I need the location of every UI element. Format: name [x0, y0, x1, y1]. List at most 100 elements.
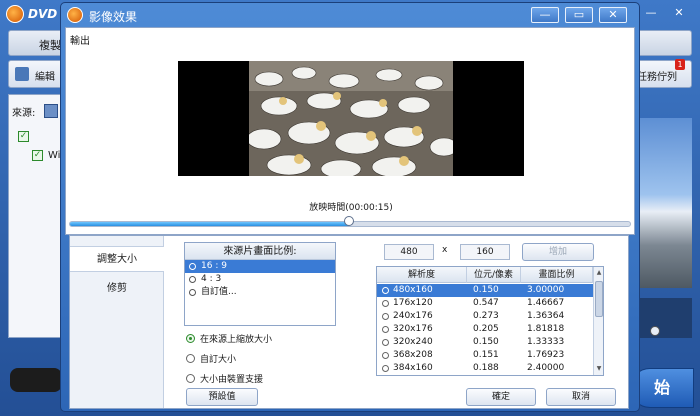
- table-row[interactable]: 240x176 0.273 1.36364: [377, 310, 593, 323]
- output-label: 輸出: [70, 36, 90, 47]
- app-minimize-button[interactable]: —: [640, 5, 662, 21]
- width-field[interactable]: 480: [384, 244, 434, 260]
- source-label: 來源:: [12, 108, 36, 119]
- cancel-button[interactable]: 取消: [546, 388, 616, 406]
- edit-icon: [15, 67, 29, 81]
- cell-resolution: 320x176: [393, 324, 433, 334]
- dialog-close-button[interactable]: ✕: [599, 7, 627, 23]
- radio-icon: [382, 352, 389, 359]
- aspect-option-custom[interactable]: 自訂值...: [185, 286, 335, 299]
- radio-icon: [382, 326, 389, 333]
- dialog-maximize-button[interactable]: ▭: [565, 7, 593, 23]
- cell-resolution: 480x160: [393, 285, 433, 295]
- aspect-option-16-9[interactable]: 16 : 9: [185, 260, 335, 273]
- output-preview-panel: 輸出 放映時間(00:00:15): [65, 27, 635, 235]
- table-row[interactable]: 368x208 0.151 1.76923: [377, 349, 593, 362]
- device-icon: [10, 368, 62, 392]
- settings-panel: 調整大小 修剪 來源片畫面比例: 16 : 9 4 : 3 自訂值... 在來源…: [69, 235, 629, 409]
- source-dvd-icon[interactable]: [44, 104, 58, 118]
- app-title: DVD: [28, 7, 58, 21]
- radio-icon: [186, 374, 195, 383]
- aspect-list-header: 來源片畫面比例:: [185, 243, 335, 260]
- option-device-size[interactable]: 大小由裝置支援: [186, 372, 263, 385]
- cell-bpp: 0.273: [473, 311, 499, 321]
- aspect-option-4-3[interactable]: 4 : 3: [185, 273, 335, 286]
- task-queue-badge: 1: [675, 59, 685, 70]
- cell-ratio: 1.46667: [527, 298, 565, 308]
- option-label: 大小由裝置支援: [200, 375, 264, 385]
- dialog-minimize-button[interactable]: —: [531, 7, 559, 23]
- edit-button[interactable]: 編輯: [35, 68, 55, 83]
- cell-ratio: 3.00000: [527, 285, 565, 295]
- radio-checked-icon: [186, 334, 195, 343]
- task-queue-button[interactable]: 任務佇列: [637, 68, 677, 83]
- option-custom-size[interactable]: 自訂大小: [186, 352, 236, 365]
- radio-icon: [382, 300, 389, 307]
- column-header-bpp[interactable]: 位元/像素: [467, 267, 521, 283]
- cell-resolution: 320x240: [393, 337, 433, 347]
- side-tabs: 調整大小 修剪: [70, 236, 164, 408]
- video-effects-dialog: 影像效果 — ▭ ✕ 輸出 放映時間(00:00:15) 調整大小 修剪 來源片…: [60, 2, 640, 412]
- aspect-option-label: 16 : 9: [201, 261, 227, 271]
- table-scrollbar[interactable]: ▲ ▼: [593, 267, 603, 375]
- dialog-logo-icon: [67, 7, 83, 23]
- scroll-down-icon[interactable]: ▼: [595, 364, 603, 373]
- scroll-up-icon[interactable]: ▲: [595, 268, 603, 277]
- cell-resolution: 368x208: [393, 350, 433, 360]
- video-frame-image: [249, 61, 453, 176]
- source-panel: [8, 94, 66, 338]
- aspect-option-label: 4 : 3: [201, 274, 222, 284]
- table-row[interactable]: 176x120 0.547 1.46667: [377, 297, 593, 310]
- table-row[interactable]: 320x176 0.205 1.81818: [377, 323, 593, 336]
- column-header-resolution[interactable]: 解析度: [377, 267, 467, 283]
- seek-fill: [70, 222, 350, 226]
- cell-resolution: 176x120: [393, 298, 433, 308]
- radio-icon: [189, 289, 196, 296]
- preview-thumbnail: [638, 118, 692, 288]
- dialog-title: 影像效果: [89, 10, 138, 24]
- table-header: 解析度 位元/像素 畫面比例: [377, 267, 593, 283]
- radio-icon: [382, 339, 389, 346]
- radio-icon: [382, 365, 389, 372]
- height-field[interactable]: 160: [460, 244, 510, 260]
- column-header-ratio[interactable]: 畫面比例: [521, 267, 593, 283]
- table-row[interactable]: 480x160 0.150 3.00000: [377, 284, 593, 297]
- cell-ratio: 2.40000: [527, 363, 565, 373]
- times-sign: x: [442, 245, 448, 255]
- scroll-thumb[interactable]: [595, 281, 603, 317]
- table-row[interactable]: 320x240 0.150 1.33333: [377, 336, 593, 349]
- option-scale-on-source[interactable]: 在來源上縮放大小: [186, 332, 272, 345]
- title-row-label: Wi: [48, 150, 61, 161]
- preview-controls: [638, 298, 692, 338]
- cell-resolution: 240x176: [393, 311, 433, 321]
- radio-icon: [382, 313, 389, 320]
- default-button[interactable]: 預設值: [186, 388, 258, 406]
- tab-trim[interactable]: 修剪: [70, 276, 164, 302]
- tab-resize[interactable]: 調整大小: [70, 246, 164, 272]
- title-checkbox[interactable]: ✓: [32, 150, 43, 161]
- radio-icon: [189, 276, 196, 283]
- add-button[interactable]: 增加: [522, 243, 594, 261]
- cell-bpp: 0.188: [473, 363, 499, 373]
- radio-icon: [382, 287, 389, 294]
- table-row[interactable]: 384x160 0.188 2.40000: [377, 362, 593, 375]
- option-label: 自訂大小: [200, 355, 237, 365]
- cell-bpp: 0.547: [473, 298, 499, 308]
- aspect-option-label: 自訂值...: [201, 287, 237, 297]
- ok-button[interactable]: 確定: [466, 388, 536, 406]
- resolution-table: 解析度 位元/像素 畫面比例 480x160 0.150 3.00000 176…: [376, 266, 604, 376]
- cell-bpp: 0.150: [473, 285, 499, 295]
- select-all-checkbox[interactable]: ✓: [18, 131, 29, 142]
- radio-icon: [186, 354, 195, 363]
- option-label: 在來源上縮放大小: [200, 335, 273, 345]
- tab-copy[interactable]: 複製: [39, 37, 61, 53]
- source-aspect-list: 來源片畫面比例: 16 : 9 4 : 3 自訂值...: [184, 242, 336, 326]
- cell-ratio: 1.33333: [527, 337, 565, 347]
- seek-handle[interactable]: [344, 216, 354, 226]
- playback-duration: 放映時間(00:00:15): [309, 203, 393, 213]
- app-close-button[interactable]: ✕: [668, 5, 690, 21]
- radio-icon: [189, 263, 196, 270]
- video-preview: [178, 61, 524, 176]
- cell-ratio: 1.81818: [527, 324, 565, 334]
- volume-slider-handle[interactable]: [650, 326, 660, 336]
